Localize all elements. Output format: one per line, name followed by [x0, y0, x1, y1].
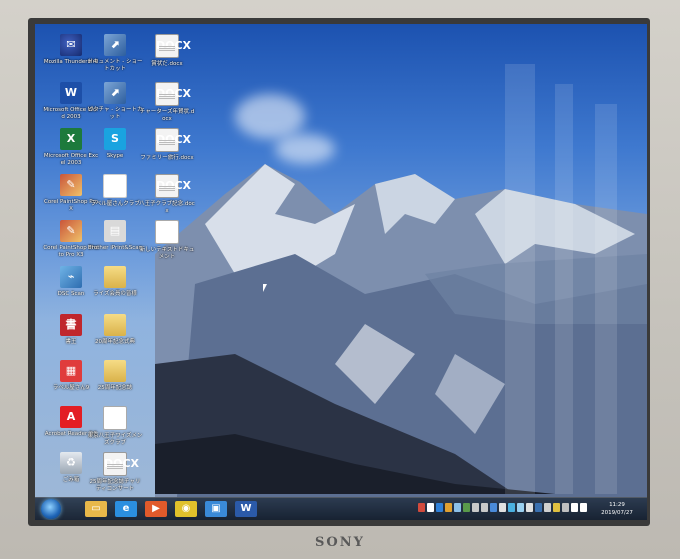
- acrobat-icon: A: [60, 406, 82, 428]
- tray-icon[interactable]: [427, 503, 434, 512]
- monitor-frame: ✉ Mozilla Thunderbird ⬈ ドキュメント - ショートカット…: [0, 0, 680, 559]
- thunderbird-icon: ✉: [60, 34, 82, 56]
- taskbar-clock[interactable]: 11:29 2019/07/27: [593, 501, 641, 517]
- tray-icon[interactable]: [463, 503, 470, 512]
- excel-icon: X: [60, 128, 82, 150]
- taskbar: ▭ e ▶ ◉ ▣ W 11:29 2019/07/27: [35, 497, 647, 520]
- docx-icon: DOCX: [103, 452, 139, 476]
- shortcut-icon: ⬈: [104, 34, 126, 56]
- recycle-bin-icon: ♻: [60, 452, 82, 474]
- chrome-icon[interactable]: ◉: [175, 501, 197, 517]
- icon-label: 25周年記念誌: [97, 385, 133, 391]
- tray-icon[interactable]: [535, 503, 542, 512]
- tray-icon[interactable]: [445, 503, 452, 512]
- mouse-cursor-icon: [263, 284, 267, 292]
- icon-label: ドキュメント - ショートカット: [87, 59, 143, 72]
- icon-label: 賞状だ.docx: [151, 61, 183, 67]
- word-doc-icon: W: [155, 220, 179, 244]
- clock-time: 11:29: [609, 502, 625, 508]
- tray-icon[interactable]: [499, 503, 506, 512]
- tray-icon[interactable]: [436, 503, 443, 512]
- desktop-screen: ✉ Mozilla Thunderbird ⬈ ドキュメント - ショートカット…: [35, 24, 647, 520]
- printer-icon: ▤: [104, 220, 126, 242]
- icon-label: 20周年記念式典: [95, 339, 135, 345]
- docx-icon: DOCX: [155, 34, 191, 58]
- media-player-icon[interactable]: ▶: [145, 501, 167, 517]
- word-doc-icon: W: [103, 406, 127, 430]
- volume-icon[interactable]: [580, 503, 587, 512]
- desktop-icon-grid: ✉ Mozilla Thunderbird ⬈ ドキュメント - ショートカット…: [35, 24, 647, 494]
- docx-icon: DOCX: [155, 128, 191, 152]
- icon-label: 八王子クラブ記念.docx: [139, 201, 195, 214]
- monitor-brand-logo: SONY: [315, 535, 365, 550]
- icon-label: 東京八王子ワイズメンズクラブ: [87, 433, 143, 446]
- internet-explorer-icon[interactable]: e: [115, 501, 137, 517]
- tray-icon[interactable]: [454, 503, 461, 512]
- icon-label: ピクチャ - ショートカット: [87, 107, 143, 120]
- folder-icon: [104, 360, 126, 382]
- tray-icon[interactable]: [472, 503, 479, 512]
- tray-icon[interactable]: [562, 503, 569, 512]
- icon-label: Skype: [106, 153, 124, 159]
- folder-icon: [104, 314, 126, 336]
- shortcut-icon: ⬈: [104, 82, 126, 104]
- corel-icon: ✎: [60, 174, 82, 196]
- tray-icon[interactable]: [553, 503, 560, 512]
- tray-icon[interactable]: [544, 503, 551, 512]
- label-app-icon: e: [103, 174, 127, 198]
- docx-icon: DOCX: [155, 174, 191, 198]
- icon-label: Brother iPrint&Scan: [87, 245, 143, 251]
- word-icon: W: [60, 82, 82, 104]
- folder-icon: [104, 266, 126, 288]
- corel-icon: ✎: [60, 220, 82, 242]
- tray-icon[interactable]: [481, 503, 488, 512]
- tray-icon[interactable]: [418, 503, 425, 512]
- icon-label: ラベル屋さんクラブ: [90, 201, 140, 207]
- docx-icon: DOCX: [155, 82, 191, 106]
- start-button[interactable]: [41, 499, 61, 519]
- windows-explorer-icon[interactable]: ▣: [205, 501, 227, 517]
- network-icon[interactable]: [571, 503, 578, 512]
- tray-icon[interactable]: [490, 503, 497, 512]
- icon-label: 新しいテキストドキュメント: [139, 247, 195, 260]
- skype-icon: S: [104, 128, 126, 150]
- label-icon: ▦: [60, 360, 82, 382]
- desktop-icon-word-doc-1[interactable]: W 新しいテキストドキュメント: [139, 220, 195, 280]
- app-red-icon: 書: [60, 314, 82, 336]
- tray-icon[interactable]: [517, 503, 524, 512]
- icon-label: ファミリー旅行.docx: [140, 155, 194, 161]
- icon-label: 25周年記念誌チャリティコンサート: [89, 479, 141, 492]
- system-tray: [418, 503, 587, 515]
- tray-icon[interactable]: [526, 503, 533, 512]
- icon-label: チャーターズ年賀状.docx: [139, 109, 195, 122]
- word-icon[interactable]: W: [235, 501, 257, 517]
- tray-icon[interactable]: [508, 503, 515, 512]
- icon-label: ライズ会員の皆様: [93, 291, 137, 297]
- clock-date: 2019/07/27: [601, 510, 633, 516]
- scanner-icon: ⌁: [60, 266, 82, 288]
- explorer-icon[interactable]: ▭: [85, 501, 107, 517]
